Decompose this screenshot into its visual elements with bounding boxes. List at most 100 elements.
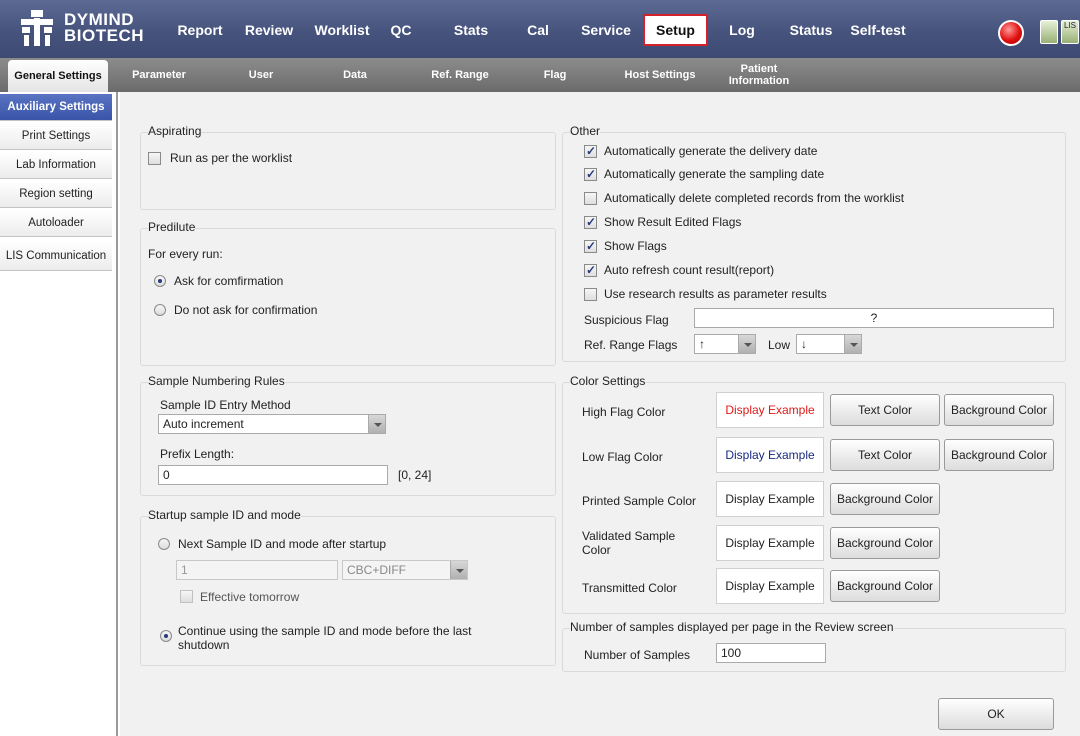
entry-method-value: Auto increment <box>163 417 244 431</box>
transmitted-example: Display Example <box>716 568 824 604</box>
chevron-down-icon <box>738 335 755 353</box>
validated-sample-example: Display Example <box>716 525 824 561</box>
auto-refresh-checkbox[interactable] <box>584 263 597 277</box>
validated-sample-background-color-button[interactable]: Background Color <box>830 527 940 559</box>
show-flags-checkbox[interactable] <box>584 239 597 253</box>
low-flag-text-color-button[interactable]: Text Color <box>830 439 940 471</box>
chevron-down-icon <box>450 561 467 579</box>
arrow-down-icon: ↓ <box>801 337 807 351</box>
validated-sample-color-label: Validated Sample Color <box>582 529 676 557</box>
printed-sample-color-label: Printed Sample Color <box>582 494 697 508</box>
ask-confirmation-label: Ask for comfirmation <box>174 274 284 288</box>
suspicious-flag-input[interactable]: ? <box>694 308 1054 328</box>
sidebar-item-print-settings[interactable]: Print Settings <box>0 123 112 150</box>
low-flag-background-color-button[interactable]: Background Color <box>944 439 1054 471</box>
lis-status-icon[interactable]: LIS <box>1061 20 1079 44</box>
continue-sample-radio[interactable] <box>160 630 172 642</box>
nav-service[interactable]: Service <box>574 14 638 46</box>
tab-host-settings[interactable]: Host Settings <box>614 58 706 92</box>
next-sample-label: Next Sample ID and mode after startup <box>178 537 387 551</box>
prefix-length-label: Prefix Length: <box>160 447 235 461</box>
tab-parameter[interactable]: Parameter <box>124 58 194 92</box>
use-research-label: Use research results as parameter result… <box>604 287 827 301</box>
sidebar-item-lis-communication[interactable]: LIS Communication <box>0 241 112 271</box>
auto-delivery-date-checkbox[interactable] <box>584 144 597 158</box>
nav-log[interactable]: Log <box>722 14 762 46</box>
sidebar-item-lab-information[interactable]: Lab Information <box>0 152 112 179</box>
printed-sample-background-color-button[interactable]: Background Color <box>830 483 940 515</box>
auto-delivery-date-label: Automatically generate the delivery date <box>604 144 818 158</box>
number-of-samples-input[interactable]: 100 <box>716 643 826 663</box>
predilute-title: Predilute <box>148 220 196 234</box>
brand-name: DYMIND BIOTECH <box>64 11 144 45</box>
brand-line-2: BIOTECH <box>64 26 144 45</box>
auto-refresh-label: Auto refresh count result(report) <box>604 263 775 277</box>
nav-stats[interactable]: Stats <box>442 14 500 46</box>
high-flag-background-color-button[interactable]: Background Color <box>944 394 1054 426</box>
logo-mark-icon <box>21 10 53 46</box>
next-sample-id-input[interactable]: 1 <box>176 560 338 580</box>
auto-delete-worklist-checkbox[interactable] <box>584 192 597 205</box>
sidebar-item-autoloader[interactable]: Autoloader <box>0 210 112 237</box>
aspirating-title: Aspirating <box>148 124 202 138</box>
other-title: Other <box>570 124 601 138</box>
nav-status[interactable]: Status <box>783 14 839 46</box>
aspirating-group <box>140 132 556 210</box>
run-worklist-checkbox[interactable] <box>148 152 161 165</box>
ref-range-flags-label: Ref. Range Flags <box>584 338 678 352</box>
ok-button[interactable]: OK <box>938 698 1054 730</box>
validated-sample-example-text: Display Example <box>725 536 815 550</box>
transmitted-color-label: Transmitted Color <box>582 581 677 595</box>
suspicious-flag-label: Suspicious Flag <box>584 313 669 327</box>
nav-self-test[interactable]: Self-test <box>842 14 914 46</box>
transmitted-background-color-button[interactable]: Background Color <box>830 570 940 602</box>
printer-status-icon[interactable] <box>1040 20 1058 44</box>
color-settings-title: Color Settings <box>570 374 646 388</box>
number-of-samples-label: Number of Samples <box>584 648 691 662</box>
no-ask-confirmation-radio[interactable] <box>154 304 166 316</box>
alarm-status-icon[interactable] <box>998 20 1024 46</box>
tab-patient-information[interactable]: Patient Information <box>716 58 802 92</box>
printed-sample-example-text: Display Example <box>725 492 815 506</box>
tab-data[interactable]: Data <box>330 58 380 92</box>
high-flag-text-color-button[interactable]: Text Color <box>830 394 940 426</box>
startup-mode-select[interactable]: CBC+DIFF <box>342 560 468 580</box>
sidebar-item-region-setting[interactable]: Region setting <box>0 181 112 208</box>
nav-qc[interactable]: QC <box>384 14 418 46</box>
entry-method-select[interactable]: Auto increment <box>158 414 386 434</box>
chevron-down-icon <box>844 335 861 353</box>
sample-numbering-title: Sample Numbering Rules <box>148 374 285 388</box>
nav-review[interactable]: Review <box>236 14 302 46</box>
nav-setup[interactable]: Setup <box>643 14 708 46</box>
tab-flag[interactable]: Flag <box>530 58 580 92</box>
dymind-logo: DYMIND BIOTECH <box>18 10 158 48</box>
nav-report[interactable]: Report <box>168 14 232 46</box>
use-research-checkbox[interactable] <box>584 288 597 301</box>
tab-general-settings[interactable]: General Settings <box>8 60 108 92</box>
high-flag-select[interactable]: ↑ <box>694 334 756 354</box>
ask-confirmation-radio[interactable] <box>154 275 166 287</box>
high-flag-example: Display Example <box>716 392 824 428</box>
startup-title: Startup sample ID and mode <box>148 508 301 522</box>
next-sample-radio[interactable] <box>158 538 170 550</box>
nav-cal[interactable]: Cal <box>520 14 556 46</box>
effective-tomorrow-label: Effective tomorrow <box>200 590 300 604</box>
chevron-down-icon <box>368 415 385 433</box>
transmitted-example-text: Display Example <box>725 579 815 593</box>
sidebar-item-auxiliary-settings[interactable]: Auxiliary Settings <box>0 94 112 121</box>
nav-worklist[interactable]: Worklist <box>304 14 380 46</box>
auto-sampling-date-checkbox[interactable] <box>584 167 597 181</box>
show-edited-flags-checkbox[interactable] <box>584 215 597 229</box>
low-flag-select[interactable]: ↓ <box>796 334 862 354</box>
prefix-length-input[interactable]: 0 <box>158 465 388 485</box>
tab-user[interactable]: User <box>236 58 286 92</box>
entry-method-label: Sample ID Entry Method <box>160 398 291 412</box>
auxiliary-settings-panel: Aspirating Run as per the worklist Predi… <box>120 92 1080 736</box>
high-flag-color-label: High Flag Color <box>582 405 666 419</box>
tab-ref-range[interactable]: Ref. Range <box>420 58 500 92</box>
auto-delete-worklist-label: Automatically delete completed records f… <box>604 191 905 205</box>
setup-tab-bar: General Settings Parameter User Data Ref… <box>0 58 1080 92</box>
effective-tomorrow-checkbox[interactable] <box>180 590 193 603</box>
arrow-up-icon: ↑ <box>699 337 705 351</box>
top-navigation-bar: DYMIND BIOTECH Report Review Worklist QC… <box>0 0 1080 58</box>
